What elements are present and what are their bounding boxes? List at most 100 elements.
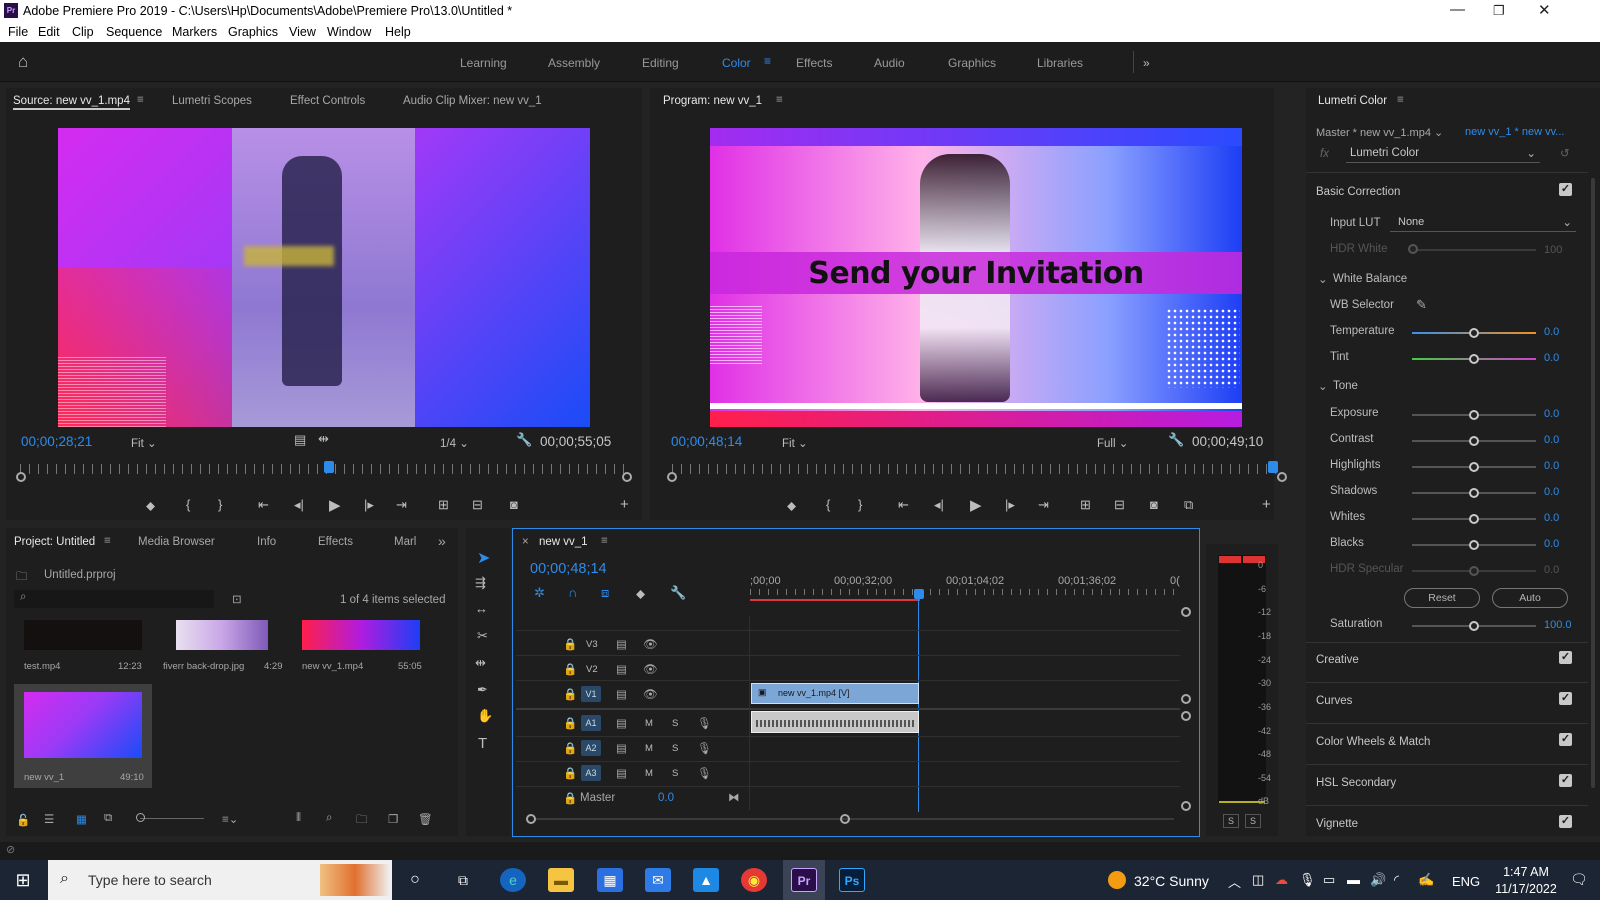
tab-markers[interactable]: Marl [394, 536, 416, 548]
overwrite-icon[interactable]: ⊟ [472, 497, 483, 513]
sort-icon[interactable]: ≡⌄ [222, 812, 238, 826]
eyedropper-icon[interactable]: ✎ [1416, 297, 1427, 313]
menu-view[interactable]: View [289, 25, 316, 39]
hsl-secondary-header[interactable]: HSL Secondary [1316, 777, 1396, 789]
tint-knob[interactable] [1469, 354, 1479, 364]
vscroll-handle[interactable] [1181, 694, 1191, 704]
freeform-view-icon[interactable]: ⧉ [104, 812, 112, 825]
workspace-libraries[interactable]: Libraries [1037, 56, 1083, 70]
eye-icon[interactable]: 👁 [643, 662, 658, 676]
tone-chevron-icon[interactable]: ⌄ [1318, 379, 1328, 393]
menu-graphics[interactable]: Graphics [228, 25, 278, 39]
snap-icon[interactable]: ∩ [568, 585, 577, 600]
tint-value[interactable]: 0.0 [1544, 352, 1559, 364]
source-playhead[interactable] [324, 461, 335, 473]
sync-lock-icon[interactable]: ▤ [616, 662, 627, 676]
program-mark-out-icon[interactable]: } [858, 497, 862, 512]
mic-icon[interactable]: 🎙 [697, 716, 712, 730]
solo-button[interactable]: S [672, 718, 678, 729]
export-frame-icon[interactable]: ◙ [510, 497, 518, 512]
contrast-value[interactable]: 0.0 [1544, 434, 1559, 446]
menu-markers[interactable]: Markers [172, 25, 217, 39]
creative-header[interactable]: Creative [1316, 654, 1359, 666]
maximize-icon[interactable]: ❐ [1493, 3, 1505, 19]
linked-selection-icon[interactable]: ⧈ [601, 585, 609, 601]
edge-icon[interactable]: e [500, 868, 526, 892]
program-fit-dropdown[interactable]: Fit ⌄ [782, 436, 808, 450]
highlights-value[interactable]: 0.0 [1544, 460, 1559, 472]
tab-effect-controls[interactable]: Effect Controls [290, 95, 365, 107]
insert-drag-icon[interactable]: ⇹ [318, 431, 329, 447]
menu-help[interactable]: Help [385, 25, 411, 39]
find-icon[interactable]: ⌕ [326, 812, 332, 825]
sync-lock-icon[interactable]: ▤ [616, 716, 627, 730]
close-icon[interactable]: ✕ [1538, 1, 1551, 19]
sync-lock-icon[interactable]: ▤ [616, 637, 627, 651]
program-play-icon[interactable]: ▶ [970, 496, 982, 514]
go-to-out-icon[interactable]: ⇥ [396, 497, 407, 513]
thumb-new-vv-mp4[interactable] [302, 620, 420, 650]
workspace-effects[interactable]: Effects [796, 56, 832, 70]
solo-button[interactable]: S [672, 768, 678, 779]
workspace-assembly[interactable]: Assembly [548, 56, 600, 70]
insert-icon[interactable]: ⊞ [438, 497, 449, 513]
pen-icon[interactable]: ✍ [1418, 872, 1434, 888]
source-time-ruler[interactable] [20, 464, 626, 474]
temperature-value[interactable]: 0.0 [1544, 326, 1559, 338]
exposure-value[interactable]: 0.0 [1544, 408, 1559, 420]
tab-media-browser[interactable]: Media Browser [138, 536, 215, 548]
track-lock-icon[interactable]: 🔒 [563, 687, 577, 701]
notifications-icon[interactable]: 🗨 [1570, 871, 1588, 888]
workspace-learning[interactable]: Learning [460, 56, 507, 70]
go-to-in-icon[interactable]: ⇤ [258, 497, 269, 513]
photos-icon[interactable]: ▲ [693, 868, 719, 892]
source-zoom-end-handle[interactable] [622, 472, 632, 482]
blacks-knob[interactable] [1469, 540, 1479, 550]
lumetri-title[interactable]: Lumetri Color [1318, 95, 1387, 107]
zoom-slider-knob[interactable] [136, 813, 145, 822]
track-lock-icon[interactable]: 🔒 [563, 791, 577, 805]
trash-icon[interactable]: 🗑 [418, 812, 433, 826]
lumetri-scrollbar[interactable] [1591, 178, 1595, 788]
saturation-value[interactable]: 100.0 [1544, 619, 1572, 631]
basic-correction-checkbox[interactable]: ✓ [1559, 183, 1572, 196]
tab-effects[interactable]: Effects [318, 536, 353, 548]
close-sequence-icon[interactable]: × [522, 536, 529, 548]
selection-tool-icon[interactable]: ➤ [477, 548, 490, 568]
menu-window[interactable]: Window [327, 25, 371, 39]
program-zoom-end-handle[interactable] [1277, 472, 1287, 482]
tray-mic-icon[interactable]: 🎙 [1299, 872, 1316, 888]
clock-date[interactable]: 11/17/2022 [1490, 882, 1562, 896]
ripple-edit-tool-icon[interactable]: ↔ [475, 601, 488, 616]
track-label-a2[interactable]: A2 [581, 740, 601, 756]
whites-knob[interactable] [1469, 514, 1479, 524]
color-wheels-header[interactable]: Color Wheels & Match [1316, 736, 1430, 748]
sync-lock-icon[interactable]: ▤ [616, 687, 627, 701]
master-value[interactable]: 0.0 [658, 792, 674, 804]
color-wheels-checkbox[interactable]: ✓ [1559, 733, 1572, 746]
master-keyframe-icon[interactable]: ⧓ [728, 790, 740, 804]
play-icon[interactable]: ▶ [329, 496, 341, 514]
whites-value[interactable]: 0.0 [1544, 512, 1559, 524]
vignette-header[interactable]: Vignette [1316, 818, 1358, 830]
source-panel-menu-icon[interactable]: ≡ [137, 94, 144, 106]
creative-checkbox[interactable]: ✓ [1559, 651, 1572, 664]
mic-icon[interactable]: 🎙 [697, 766, 712, 780]
track-lock-icon[interactable]: 🔒 [563, 741, 577, 755]
program-wrench-icon[interactable]: 🔧 [1168, 432, 1184, 448]
track-select-tool-icon[interactable]: ⇶ [475, 575, 486, 591]
lumetri-menu-icon[interactable]: ≡ [1397, 94, 1404, 106]
track-lock-icon[interactable]: 🔒 [563, 766, 577, 780]
sync-lock-icon[interactable]: ▤ [616, 766, 627, 780]
mark-in-icon[interactable]: { [186, 497, 190, 512]
hand-tool-icon[interactable]: ✋ [477, 708, 493, 724]
hscroll-start-handle[interactable] [526, 814, 536, 824]
project-panel-menu-icon[interactable]: ≡ [104, 535, 111, 547]
white-balance-header[interactable]: White Balance [1333, 273, 1407, 285]
type-tool-icon[interactable]: T [478, 735, 487, 752]
program-panel-menu-icon[interactable]: ≡ [776, 94, 783, 106]
tab-sequence[interactable]: new vv_1 [539, 536, 588, 548]
automate-to-sequence-icon[interactable]: ⦀ [296, 812, 301, 825]
program-time-ruler[interactable] [672, 464, 1282, 474]
more-panels-icon[interactable]: » [438, 533, 446, 549]
